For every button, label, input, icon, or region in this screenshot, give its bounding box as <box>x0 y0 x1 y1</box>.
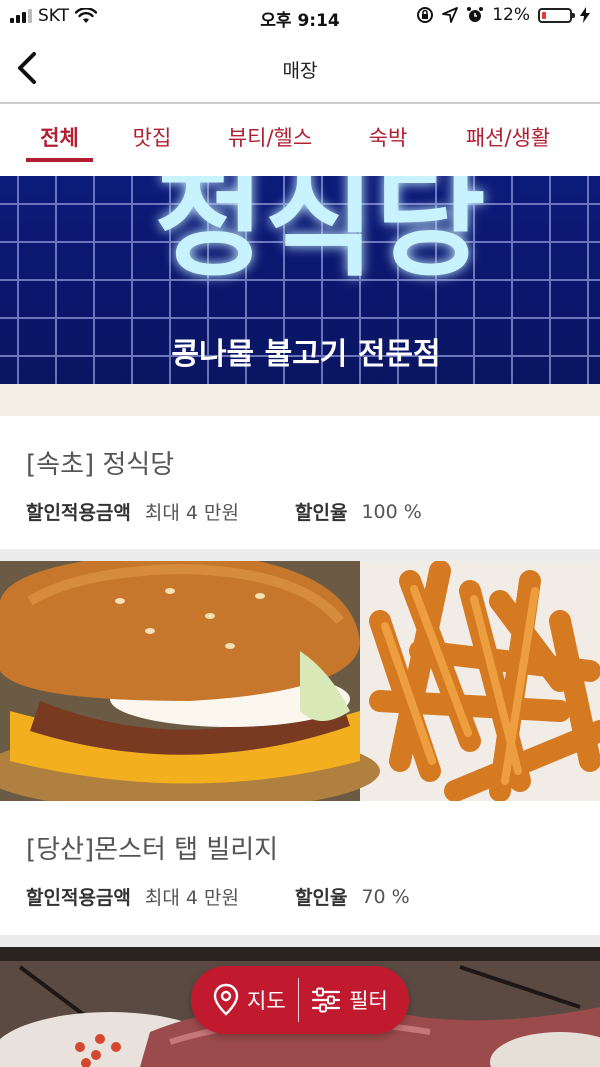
store-discount-info: 할인적용금액 최대 4 만원 할인율 100 % <box>26 498 422 525</box>
location-icon <box>442 7 459 23</box>
map-button[interactable]: 지도 <box>191 966 286 1034</box>
sliders-icon <box>312 987 341 1013</box>
battery-percent: 12% <box>492 5 530 25</box>
category-tabs: 전체 맛집 뷰티/헬스 숙박 패션/생활 <box>0 104 600 166</box>
tab-beauty-health[interactable]: 뷰티/헬스 <box>214 122 326 152</box>
filter-button[interactable]: 필터 <box>299 966 388 1034</box>
battery-icon <box>538 7 575 23</box>
tab-all[interactable]: 전체 <box>26 122 93 152</box>
active-tab-indicator <box>26 158 93 162</box>
tab-fashion-life[interactable]: 패션/생활 <box>452 122 564 152</box>
alarm-icon <box>467 7 484 22</box>
discount-rate-value: 70 % <box>361 885 410 908</box>
app-header: 매장 <box>0 34 600 104</box>
map-pin-icon <box>213 983 239 1016</box>
tab-food[interactable]: 맛집 <box>118 122 186 152</box>
store-name: [속초] 정식당 <box>26 450 175 480</box>
store-discount-info: 할인적용금액 최대 4 만원 할인율 70 % <box>26 883 410 910</box>
map-filter-fab: 지도 필터 <box>191 966 409 1034</box>
discount-amount-value: 최대 4 만원 <box>144 887 239 909</box>
discount-rate-label: 할인율 <box>294 887 348 909</box>
discount-rate-label: 할인율 <box>294 502 348 524</box>
tab-lodging[interactable]: 숙박 <box>354 122 422 152</box>
status-bar: SKT 오후 9:14 12% <box>0 0 600 34</box>
filter-button-label: 필터 <box>349 989 388 1013</box>
card-separator <box>0 549 600 561</box>
store-photo <box>0 561 600 801</box>
store-name: [당산]몬스터 탭 빌리지 <box>26 835 279 865</box>
discount-amount-label: 할인적용금액 <box>26 502 131 524</box>
map-button-label: 지도 <box>247 989 286 1013</box>
screen-lock-icon <box>417 7 434 23</box>
status-right: 12% <box>416 5 590 25</box>
store-card[interactable]: [당산]몬스터 탭 빌리지 할인적용금액 최대 4 만원 할인율 70 % <box>0 561 600 935</box>
card-separator <box>0 935 600 947</box>
store-photo: 정식당 콩나물 불고기 전문점 <box>0 176 600 416</box>
store-card[interactable]: 정식당 콩나물 불고기 전문점 [속초] 정식당 할인적용금액 최대 4 만원 … <box>0 176 600 548</box>
discount-amount-label: 할인적용금액 <box>26 887 131 909</box>
page-title: 매장 <box>282 60 318 82</box>
discount-amount-value: 최대 4 만원 <box>144 502 239 524</box>
charging-icon <box>580 7 590 23</box>
photo-sign-text: 정식당 <box>154 176 485 293</box>
discount-rate-value: 100 % <box>361 500 422 523</box>
photo-subtitle: 콩나물 불고기 전문점 <box>171 337 440 372</box>
